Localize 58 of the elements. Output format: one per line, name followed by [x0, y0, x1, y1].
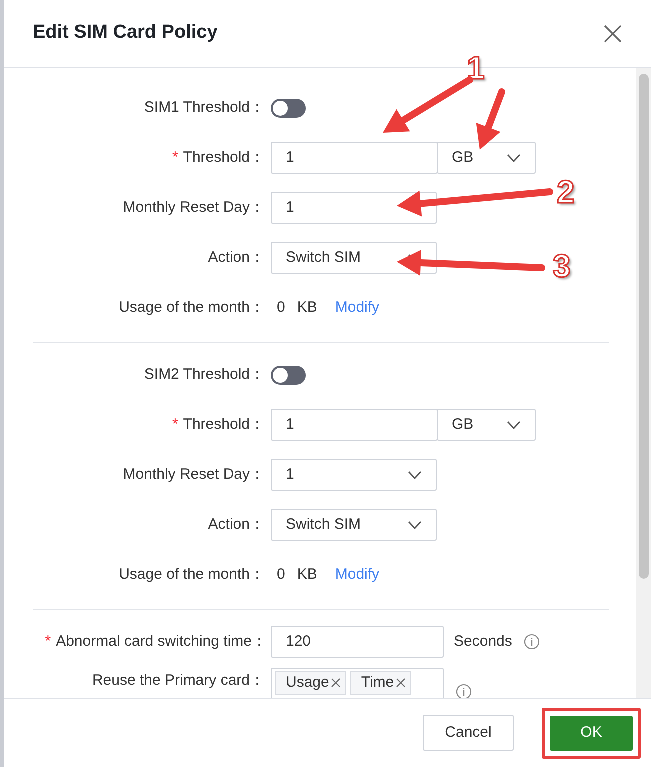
select-value: GB: [452, 148, 474, 168]
field-label: SIM1 Threshold：: [143, 98, 265, 118]
info-icon: [456, 684, 472, 698]
remove-icon[interactable]: [396, 678, 406, 688]
toggle-switch[interactable]: [271, 98, 306, 118]
usage-unit: KB: [297, 298, 318, 318]
unit-label: Seconds: [454, 632, 512, 652]
text-input[interactable]: 1: [271, 142, 438, 174]
select-value: 1: [286, 198, 294, 218]
action-select[interactable]: Switch SIM: [271, 242, 437, 274]
remove-icon[interactable]: [331, 678, 342, 688]
field-label: Reuse the Primary card：: [91, 671, 265, 691]
annotation-number: 3: [553, 250, 571, 282]
field-label: Usage of the month：: [118, 564, 265, 585]
select-value: 1: [286, 464, 294, 485]
select-value: Switch SIM: [286, 248, 362, 268]
caret-icon: [408, 470, 422, 480]
close-icon[interactable]: [604, 24, 622, 42]
toggle-switch[interactable]: [271, 366, 306, 384]
required-icon: *: [172, 416, 178, 433]
field-label: Action：: [207, 248, 265, 268]
modify-link[interactable]: Modify: [335, 296, 380, 320]
text-input[interactable]: 120: [271, 626, 444, 658]
field-label: Monthly Reset Day：: [122, 198, 265, 218]
usage-value: 0: [277, 564, 286, 585]
field-label: Usage of the month：: [118, 298, 265, 318]
usage-unit: KB: [297, 564, 318, 585]
annotation-number: 2: [557, 176, 575, 208]
scrollbar[interactable]: [636, 68, 651, 698]
annotation-arrow: [476, 88, 506, 150]
action-select[interactable]: Switch SIM: [271, 509, 437, 541]
field-label: Abnormal card switching time：: [56, 632, 267, 650]
select-value: Switch SIM: [286, 514, 362, 535]
caret-icon: [408, 520, 422, 530]
unit-select[interactable]: GB: [437, 409, 536, 441]
required-icon: *: [172, 148, 178, 166]
field-label: SIM2 Threshold：: [143, 364, 265, 385]
day-select[interactable]: 1: [271, 192, 437, 224]
dialog-title: Edit SIM Card Policy: [33, 22, 218, 45]
field-label: Threshold：: [183, 148, 265, 166]
ok-button[interactable]: OK: [550, 716, 633, 750]
multi-select[interactable]: Usage Time: [271, 668, 444, 698]
cancel-button[interactable]: Cancel: [423, 715, 514, 751]
field-label: Action：: [207, 514, 265, 535]
text-input[interactable]: 1: [271, 409, 438, 441]
day-select[interactable]: 1: [271, 459, 437, 491]
caret-icon: [507, 420, 521, 430]
tag-label: Time: [361, 673, 394, 693]
field-label: Monthly Reset Day：: [122, 464, 265, 485]
tag-label: Usage: [286, 673, 330, 693]
select-value: GB: [452, 414, 474, 435]
unit-select[interactable]: GB: [437, 142, 536, 174]
usage-value: 0: [277, 298, 286, 318]
required-icon: *: [45, 632, 52, 650]
modify-link[interactable]: Modify: [335, 564, 380, 586]
caret-icon: [507, 154, 521, 162]
info-icon: [524, 634, 540, 650]
field-label: Threshold：: [183, 416, 265, 433]
